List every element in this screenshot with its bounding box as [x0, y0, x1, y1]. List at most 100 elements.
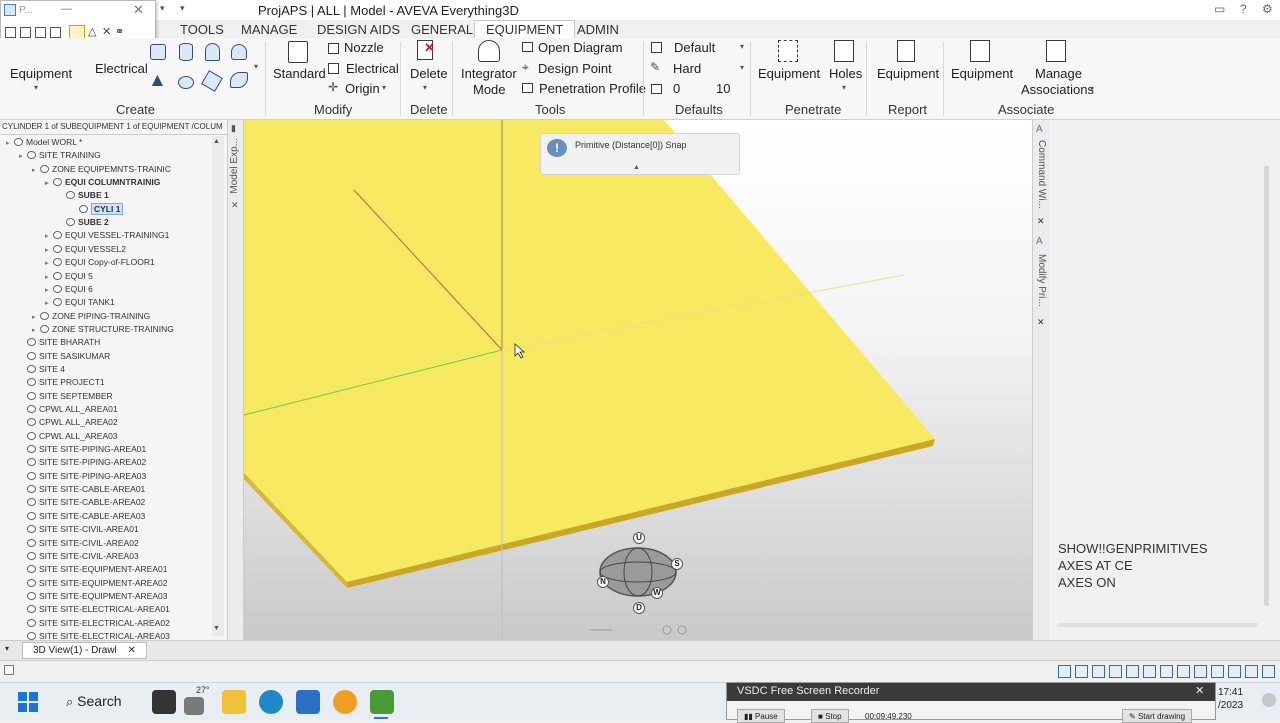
tree-item-label[interactable]: EQUI VESSEL-TRAINING1 — [65, 230, 169, 240]
tree-expander-icon[interactable]: ▸ — [32, 324, 40, 337]
command-scrollbar[interactable] — [1264, 166, 1269, 606]
tab-tools[interactable]: TOOLS — [180, 22, 224, 37]
tree-expander-icon[interactable]: ▸ — [45, 271, 53, 284]
electrical-modify-button[interactable]: Electrical — [346, 61, 399, 76]
delete-dropdown-icon[interactable]: ▾ — [423, 83, 427, 92]
holes-button[interactable]: Holes — [829, 66, 862, 81]
link-tool-icon[interactable]: ⚭ — [115, 25, 124, 38]
command-window-tab[interactable]: Command Wi... — [1036, 140, 1047, 209]
tree-item[interactable]: SITE SITE-PIPING-AREA02 — [19, 456, 146, 469]
tree-item-label[interactable]: SITE SITE-ELECTRICAL-AREA03 — [39, 631, 170, 640]
report-equipment-button[interactable]: Equipment — [877, 66, 939, 81]
create-electrical-button[interactable]: Electrical — [95, 61, 148, 76]
origin-button[interactable]: Origin — [345, 81, 380, 96]
tolerance-max-field[interactable]: 10 — [716, 81, 730, 96]
minimize-icon[interactable]: ▭ — [1214, 2, 1225, 16]
tree-item[interactable]: SUBE 1 — [58, 189, 109, 202]
delete-tool-icon[interactable]: ✕ — [102, 25, 111, 38]
rep-dropdown-icon[interactable]: ▾ — [740, 63, 744, 72]
pyramid-primitive-icon[interactable]: ▲ — [148, 70, 167, 92]
close-modify-primitive-icon[interactable]: ✕ — [1037, 317, 1045, 328]
view-nav-orbit-icon[interactable] — [662, 625, 672, 635]
tree-item-label[interactable]: EQUI 6 — [65, 284, 93, 294]
tab-3d-view[interactable]: 3D View(1) - Drawl ✕ — [22, 642, 147, 659]
integrator-mode-label[interactable]: Mode — [473, 82, 506, 97]
tab-manage[interactable]: MANAGE — [241, 22, 297, 37]
status-tool-2-icon[interactable] — [1075, 665, 1088, 678]
tree-item[interactable]: CPWL ALL_AREA02 — [19, 416, 118, 429]
tree-item-label[interactable]: CYLI 1 — [91, 202, 124, 215]
compass-south-label[interactable]: S — [671, 558, 683, 570]
rotate-tool-icon[interactable] — [35, 27, 46, 38]
tree-item-label[interactable]: SITE SITE-EQUIPMENT-AREA03 — [39, 591, 167, 601]
associations-dropdown-icon[interactable]: ▾ — [1090, 84, 1094, 93]
command-window-icon[interactable]: A — [1036, 124, 1043, 135]
tree-item-label[interactable]: SITE SITE-ELECTRICAL-AREA01 — [39, 604, 170, 614]
tree-expander-icon[interactable]: ▸ — [45, 257, 53, 270]
close-explorer-icon[interactable]: ✕ — [231, 200, 239, 211]
explorer-scrollbar[interactable] — [212, 136, 224, 636]
status-tool-7-icon[interactable] — [1160, 665, 1173, 678]
status-tool-11-icon[interactable] — [1228, 665, 1241, 678]
tree-item-label[interactable]: EQUI 5 — [65, 271, 93, 281]
tree-item-label[interactable]: SITE SITE-CIVIL-AREA03 — [39, 551, 139, 561]
triangle-tool-icon[interactable]: △ — [88, 25, 96, 38]
cone-primitive-icon[interactable] — [205, 43, 220, 61]
status-tool-13-icon[interactable] — [1262, 665, 1275, 678]
settings-icon[interactable]: ⚙ — [1262, 2, 1273, 16]
line-tool-icon[interactable] — [69, 25, 85, 39]
doc-tabs-dropdown-icon[interactable]: ▾ — [5, 644, 9, 653]
tree-item[interactable]: ▸ EQUI 6 — [45, 283, 93, 296]
box-primitive-icon[interactable] — [150, 44, 166, 60]
tree-item-label[interactable]: SUBE 1 — [78, 190, 109, 200]
vsdc-start-drawing-button[interactable]: ✎ Start drawing — [1122, 709, 1193, 723]
tree-item[interactable]: ▸ EQUI COLUMNTRAINIG — [45, 176, 160, 189]
tree-expander-icon[interactable]: ▸ — [45, 177, 53, 190]
tree-item[interactable]: SITE SITE-CIVIL-AREA02 — [19, 537, 139, 550]
taskbar-search-label[interactable]: Search — [77, 693, 121, 709]
select-tool-icon[interactable] — [5, 27, 16, 38]
tree-item[interactable]: SITE 4 — [19, 363, 65, 376]
tree-item[interactable]: ▸ ZONE STRUCTURE-TRAINING — [32, 323, 174, 336]
tab-3d-view-label[interactable]: 3D View(1) - Drawl — [33, 645, 117, 656]
holes-dropdown-icon[interactable]: ▾ — [842, 83, 846, 92]
tree-item[interactable]: SITE SITE-ELECTRICAL-AREA01 — [19, 603, 170, 616]
modify-primitive-icon[interactable]: A — [1036, 236, 1043, 247]
tree-expander-icon[interactable]: ▸ — [19, 150, 27, 163]
model-explorer-side-tab[interactable]: ▮ Model Exp... ✕ — [228, 120, 244, 640]
tree-item-label[interactable]: ZONE STRUCTURE-TRAINING — [52, 324, 174, 334]
tree-item[interactable]: SITE SITE-PIPING-AREA03 — [19, 470, 146, 483]
taskbar-clock[interactable]: 17:41 /2023 — [1218, 686, 1243, 712]
torus-primitive-icon[interactable] — [230, 72, 248, 88]
tree-item-label[interactable]: SITE SASIKUMAR — [39, 351, 110, 361]
tree-item[interactable]: ▸ Model WORL * — [6, 136, 82, 149]
tree-item[interactable]: ▸ EQUI TANK1 — [45, 296, 115, 309]
design-point-button[interactable]: Design Point — [538, 61, 612, 76]
tree-item-label[interactable]: SITE SITE-CABLE-AREA02 — [39, 497, 145, 507]
sphere-primitive-icon[interactable] — [178, 76, 194, 89]
tree-item-label[interactable]: SUBE 2 — [78, 217, 109, 227]
view-compass[interactable] — [599, 547, 677, 597]
tree-item-label[interactable]: SITE SITE-EQUIPMENT-AREA02 — [39, 578, 167, 588]
vsdc-recorder-window[interactable]: VSDC Free Screen Recorder ✕ ▮▮ Pause ■ S… — [726, 682, 1216, 723]
tree-item[interactable]: SITE SITE-ELECTRICAL-AREA02 — [19, 617, 170, 630]
tree-item[interactable]: SITE PROJECT1 — [19, 376, 105, 389]
explorer-tree[interactable]: ▸ Model WORL * ▸ SITE TRAINING ▸ ZONE EQUIPEM… — [0, 136, 212, 640]
delete-button[interactable]: Delete — [410, 66, 448, 81]
weather-icon[interactable] — [184, 697, 204, 715]
tree-item[interactable]: ▸ EQUI 5 — [45, 270, 93, 283]
tree-item[interactable]: ▸ EQUI Copy-of-FLOOR1 — [45, 256, 155, 269]
tree-item[interactable]: ▸ EQUI VESSEL2 — [45, 243, 126, 256]
tree-item-label[interactable]: CPWL ALL_AREA02 — [39, 417, 118, 427]
tolerance-min-field[interactable]: 0 — [673, 81, 680, 96]
weather-temp[interactable]: 27° — [196, 685, 210, 695]
taskbar-search[interactable]: ⌕ Search — [58, 689, 130, 715]
compass-north-label[interactable]: N — [597, 576, 609, 588]
tree-item[interactable]: SITE SITE-EQUIPMENT-AREA01 — [19, 563, 167, 576]
scroll-down-icon[interactable]: ▼ — [213, 625, 220, 632]
tree-item-label[interactable]: SITE SITE-CABLE-AREA03 — [39, 511, 145, 521]
penetration-profile-button[interactable]: Penetration Profile — [539, 81, 646, 96]
default-style-select[interactable]: Default — [674, 40, 715, 55]
palette-close-icon[interactable]: ✕ — [133, 2, 144, 18]
nozzle-button[interactable]: Nozzle — [344, 40, 384, 55]
